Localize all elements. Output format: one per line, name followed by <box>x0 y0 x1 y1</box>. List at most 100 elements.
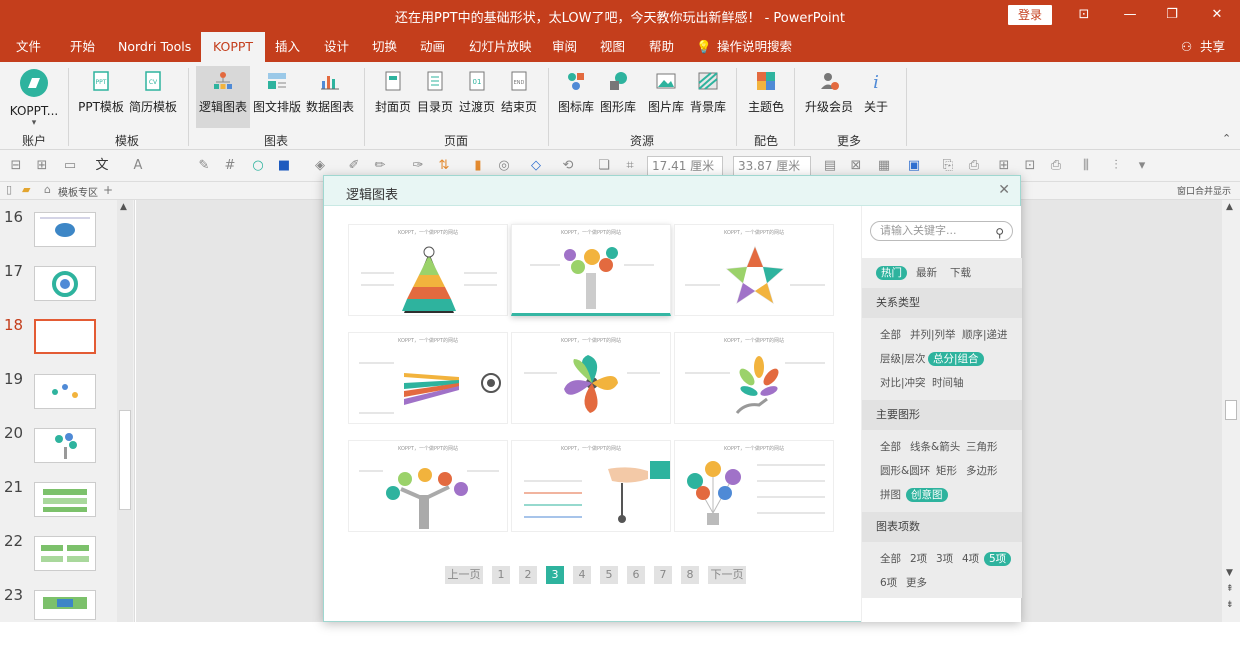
slide-thumbnail-22[interactable] <box>34 536 96 571</box>
page-button[interactable]: 2 <box>519 566 537 584</box>
toc-page-button[interactable]: 目录页 <box>414 66 456 128</box>
filter-tag[interactable]: 时间轴 <box>932 376 964 390</box>
filter-tag[interactable]: 线条&箭头 <box>910 440 960 454</box>
circle-shape-icon[interactable]: ○ <box>250 158 266 174</box>
chart-insert-icon[interactable]: ▮ <box>470 158 486 174</box>
grid-icon[interactable]: # <box>222 158 238 174</box>
scroll-up-icon[interactable]: ▲ <box>1226 202 1233 212</box>
filter-tag[interactable]: 3项 <box>936 552 953 566</box>
distribute-icon[interactable]: ⊞ <box>34 158 50 174</box>
text-direction-icon[interactable]: 文 <box>94 158 110 174</box>
filter-tag[interactable]: 圆形&圆环 <box>880 464 930 478</box>
image-library-button[interactable]: 图片库 <box>646 66 686 128</box>
filter-tag-active[interactable]: 5项 <box>984 552 1012 566</box>
pen-icon[interactable]: ✐ <box>346 158 362 174</box>
menu-help[interactable]: 帮助 <box>649 32 674 62</box>
align-right-icon[interactable]: ⫶ <box>1108 158 1124 174</box>
window-merge-toggle[interactable]: 窗口合并显示 <box>1177 184 1231 197</box>
menu-animations[interactable]: 动画 <box>420 32 445 62</box>
filter-tag[interactable]: 对比|冲突 <box>880 376 926 390</box>
outline-icon[interactable]: ✏ <box>372 158 388 174</box>
columns-icon[interactable]: ⫼ <box>1078 158 1094 174</box>
image-text-layout-button[interactable]: 图文排版 <box>252 66 302 128</box>
slide-thumbnail-23[interactable] <box>34 590 96 620</box>
copy-icon[interactable]: ❏ <box>596 158 612 174</box>
filter-tag[interactable]: 顺序|递进 <box>962 328 1008 342</box>
arrange-icon[interactable]: ⇅ <box>436 158 452 174</box>
slide-thumbnail-18[interactable] <box>34 319 96 354</box>
page-button[interactable]: 5 <box>600 566 618 584</box>
prev-page-button[interactable]: 上一页 <box>445 566 483 584</box>
chart-card[interactable]: KOPPT，一个做PPT的网站 <box>348 440 508 532</box>
brush-icon[interactable]: ✑ <box>410 158 426 174</box>
koppt-account-button[interactable]: KOPPT... ▾ <box>6 66 62 128</box>
next-page-button[interactable]: 下一页 <box>708 566 746 584</box>
collapse-ribbon-icon[interactable]: ⌃ <box>1222 132 1231 145</box>
filter-tag[interactable]: 矩形 <box>936 464 957 478</box>
print-icon[interactable]: ⎙ <box>966 158 982 174</box>
paint-bucket-icon[interactable]: ◈ <box>312 158 328 174</box>
slide-thumbnail-21[interactable] <box>34 482 96 517</box>
filter-tag-active[interactable]: 总分|组合 <box>928 352 984 366</box>
filter-tag[interactable]: 2项 <box>910 552 927 566</box>
fill-color-icon[interactable]: ■ <box>276 158 292 174</box>
data-chart-button[interactable]: 数据图表 <box>304 66 356 128</box>
transition-page-button[interactable]: 01 过渡页 <box>456 66 498 128</box>
shape-library-button[interactable]: 图形库 <box>598 66 638 128</box>
theme-color-button[interactable]: 主题色 <box>744 66 788 128</box>
close-icon[interactable]: ✕ <box>1205 5 1229 25</box>
next-slide-icon[interactable]: ⇟ <box>1226 600 1234 610</box>
filter-tag[interactable]: 三角形 <box>966 440 998 454</box>
table-icon[interactable]: ⊞ <box>996 158 1012 174</box>
font-icon[interactable]: A <box>130 158 146 174</box>
size-lock-icon[interactable]: ▤ <box>822 158 838 174</box>
template-zone-tab[interactable]: 模板专区 <box>58 184 98 199</box>
filter-tag[interactable]: 并列|列举 <box>910 328 956 342</box>
slide-thumbnail-16[interactable] <box>34 212 96 247</box>
add-tab-icon[interactable]: + <box>103 183 113 197</box>
logic-chart-button[interactable]: 逻辑图表 <box>196 66 250 128</box>
page-icon[interactable]: ⊡ <box>1022 158 1038 174</box>
scroll-thumb[interactable] <box>119 410 131 510</box>
filter-tag[interactable]: 6项 <box>880 576 897 590</box>
height-input[interactable]: 33.87 厘米 <box>733 156 811 176</box>
page-button-current[interactable]: 3 <box>546 566 564 584</box>
chart-card[interactable]: KOPPT，一个做PPT的网站 <box>674 440 834 532</box>
filter-tag-active[interactable]: 创意图 <box>906 488 948 502</box>
filter-tag[interactable]: 拼图 <box>880 488 901 502</box>
page-button[interactable]: 4 <box>573 566 591 584</box>
share-button[interactable]: 共享 <box>1200 32 1225 62</box>
login-button[interactable]: 登录 <box>1008 5 1052 25</box>
search-input[interactable]: 请输入关键字... ⚲ <box>870 221 1013 241</box>
restore-icon[interactable]: ❐ <box>1160 5 1184 25</box>
more-icon[interactable]: ▾ <box>1134 158 1150 174</box>
filter-tag[interactable]: 4项 <box>962 552 979 566</box>
page-button[interactable]: 6 <box>627 566 645 584</box>
close-icon[interactable]: ✕ <box>998 182 1010 198</box>
cover-page-button[interactable]: 封面页 <box>372 66 414 128</box>
window-icon[interactable]: ▣ <box>906 158 922 174</box>
chart-card[interactable]: KOPPT，一个做PPT的网站 <box>348 224 508 316</box>
canvas-scrollbar[interactable]: ▲ ▼ ⇞ ⇟ <box>1222 200 1240 622</box>
shape-edit-icon[interactable]: ◇ <box>528 158 544 174</box>
menu-home[interactable]: 开始 <box>70 32 95 62</box>
menu-koppt[interactable]: KOPPT <box>201 32 266 62</box>
slide-thumbnail-20[interactable] <box>34 428 96 463</box>
slide-size-icon[interactable]: ⊠ <box>848 158 864 174</box>
end-page-button[interactable]: END 结束页 <box>498 66 540 128</box>
page-button[interactable]: 7 <box>654 566 672 584</box>
filter-tag[interactable]: 层级|层次 <box>880 352 926 366</box>
filter-tag[interactable]: 全部 <box>880 328 901 342</box>
slide-thumbnail-19[interactable] <box>34 374 96 409</box>
menu-design[interactable]: 设计 <box>324 32 349 62</box>
page-button[interactable]: 1 <box>492 566 510 584</box>
shape-merge-icon[interactable]: ◎ <box>496 158 512 174</box>
chart-card[interactable]: KOPPT，一个做PPT的网站 <box>511 332 671 424</box>
minimize-icon[interactable]: — <box>1118 5 1142 25</box>
print-preview-icon[interactable]: ⎙ <box>1048 158 1064 174</box>
ppt-template-button[interactable]: PPT PPT模板 <box>76 66 126 128</box>
chart-card[interactable]: KOPPT，一个做PPT的网站 <box>674 224 834 316</box>
filter-tag[interactable]: 全部 <box>880 440 901 454</box>
prev-slide-icon[interactable]: ⇞ <box>1226 584 1234 594</box>
rotate-icon[interactable]: ⟲ <box>560 158 576 174</box>
